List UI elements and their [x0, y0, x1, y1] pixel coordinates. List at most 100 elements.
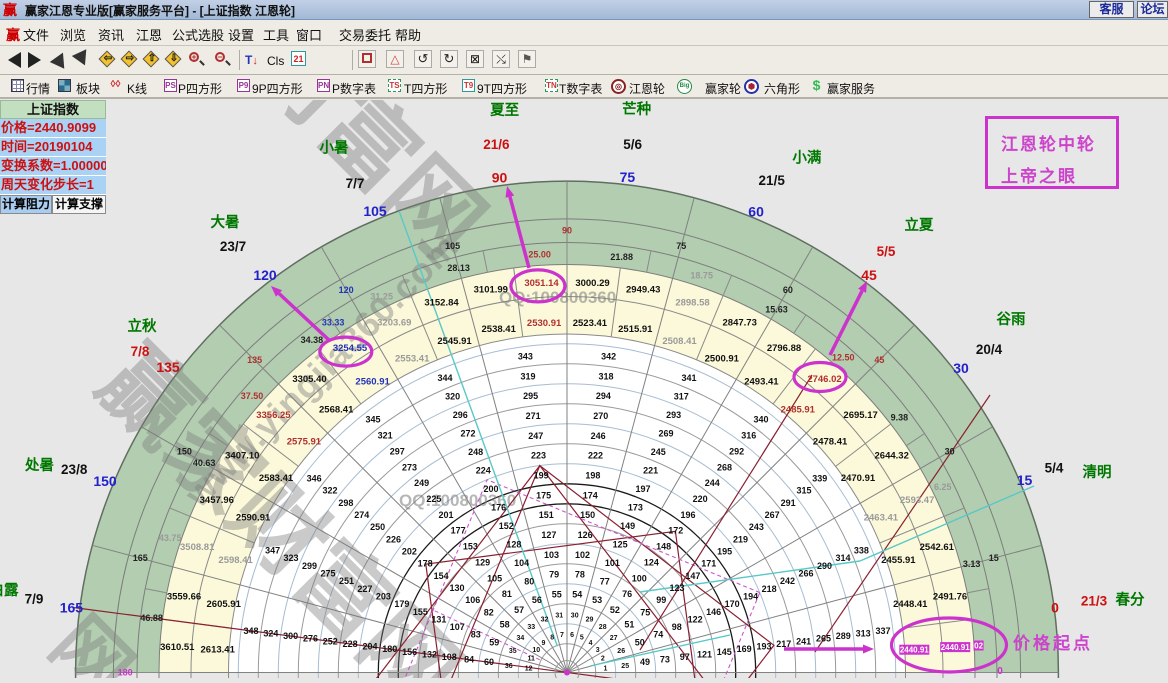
svg-text:342: 342	[601, 352, 616, 362]
svg-text:77: 77	[600, 576, 610, 586]
svg-text:224: 224	[476, 465, 491, 475]
svg-text:98: 98	[672, 622, 682, 632]
svg-text:131: 131	[431, 614, 446, 624]
svg-text:244: 244	[705, 478, 720, 488]
svg-text:320: 320	[445, 392, 460, 402]
svg-text:127: 127	[541, 530, 556, 540]
svg-text:5: 5	[580, 635, 584, 642]
svg-text:179: 179	[394, 599, 409, 609]
svg-text:3.13: 3.13	[963, 559, 981, 569]
svg-text:165: 165	[60, 599, 84, 615]
svg-text:34: 34	[517, 635, 525, 642]
svg-text:2695.17: 2695.17	[843, 410, 877, 421]
svg-text:15: 15	[989, 553, 999, 563]
svg-text:107: 107	[450, 622, 465, 632]
svg-text:31: 31	[555, 612, 563, 619]
svg-text:197: 197	[635, 484, 650, 494]
svg-text:344: 344	[437, 373, 452, 383]
svg-text:173: 173	[628, 502, 643, 512]
svg-text:73: 73	[660, 655, 670, 665]
svg-text:221: 221	[643, 465, 658, 475]
svg-text:74: 74	[653, 630, 663, 640]
svg-text:153: 153	[463, 542, 478, 552]
svg-text:立秋: 立秋	[128, 317, 157, 335]
svg-text:32: 32	[541, 616, 549, 623]
svg-text:338: 338	[854, 546, 869, 556]
svg-text:165: 165	[133, 553, 148, 563]
svg-text:2898.58: 2898.58	[675, 298, 709, 309]
svg-text:130: 130	[449, 583, 464, 593]
svg-text:59: 59	[489, 637, 499, 647]
svg-text:273: 273	[402, 462, 417, 472]
svg-text:79: 79	[549, 570, 559, 580]
svg-text:20/4: 20/4	[976, 342, 1003, 357]
svg-text:2746.02: 2746.02	[807, 374, 841, 385]
svg-text:2560.91: 2560.91	[355, 377, 390, 388]
svg-text:芒种: 芒种	[622, 100, 651, 118]
svg-text:228: 228	[343, 639, 358, 649]
svg-text:154: 154	[434, 571, 449, 581]
svg-text:300: 300	[283, 631, 298, 641]
svg-text:267: 267	[765, 510, 780, 520]
svg-text:9.38: 9.38	[891, 412, 909, 422]
svg-text:103: 103	[544, 550, 559, 560]
svg-text:21/5: 21/5	[759, 173, 786, 188]
svg-text:2: 2	[601, 656, 605, 663]
svg-text:2508.41: 2508.41	[662, 336, 697, 347]
svg-text:337: 337	[875, 626, 890, 636]
svg-text:3305.40: 3305.40	[292, 374, 326, 385]
svg-text:2613.41: 2613.41	[201, 645, 236, 656]
svg-text:120: 120	[339, 285, 354, 295]
svg-text:大暑: 大暑	[211, 213, 240, 231]
svg-text:31.25: 31.25	[370, 292, 393, 302]
svg-text:11: 11	[527, 656, 535, 663]
svg-text:132: 132	[422, 649, 437, 659]
svg-text:45: 45	[861, 267, 877, 283]
svg-text:128: 128	[506, 539, 521, 549]
svg-text:274: 274	[354, 510, 369, 520]
svg-text:2523.41: 2523.41	[573, 318, 608, 329]
svg-text:346: 346	[307, 474, 322, 484]
svg-text:313: 313	[856, 629, 871, 639]
svg-text:5/6: 5/6	[623, 137, 642, 152]
svg-text:194: 194	[743, 592, 758, 602]
svg-text:2491.76: 2491.76	[933, 591, 967, 602]
svg-text:33.33: 33.33	[322, 318, 345, 328]
svg-text:18.75: 18.75	[690, 271, 713, 281]
svg-text:2644.32: 2644.32	[875, 451, 909, 462]
svg-text:323: 323	[283, 553, 298, 563]
svg-text:121: 121	[697, 649, 712, 659]
svg-text:196: 196	[680, 510, 695, 520]
svg-text:145: 145	[717, 647, 732, 657]
svg-text:10: 10	[532, 647, 540, 654]
svg-text:37.50: 37.50	[241, 391, 264, 401]
svg-text:345: 345	[365, 415, 380, 425]
svg-text:243: 243	[749, 522, 764, 532]
svg-text:101: 101	[605, 558, 620, 568]
svg-text:3508.81: 3508.81	[180, 542, 215, 553]
svg-text:275: 275	[320, 569, 335, 579]
svg-text:171: 171	[701, 559, 716, 569]
svg-text:343: 343	[518, 352, 533, 362]
svg-text:150: 150	[177, 447, 192, 457]
svg-text:75: 75	[640, 607, 650, 617]
svg-text:15.63: 15.63	[765, 305, 788, 315]
svg-text:3559.66: 3559.66	[167, 591, 201, 602]
svg-text:3610.51: 3610.51	[160, 642, 195, 653]
svg-text:289: 289	[836, 631, 851, 641]
svg-text:3407.10: 3407.10	[225, 451, 259, 462]
svg-text:2545.91: 2545.91	[437, 336, 472, 347]
svg-text:23/8: 23/8	[61, 462, 88, 477]
svg-text:15: 15	[1017, 472, 1033, 488]
svg-text:146: 146	[706, 607, 721, 617]
svg-text:126: 126	[578, 530, 593, 540]
svg-text:220: 220	[693, 494, 708, 504]
svg-text:175: 175	[536, 490, 551, 500]
svg-text:2568.41: 2568.41	[319, 404, 354, 415]
svg-text:265: 265	[816, 634, 831, 644]
svg-text:夏至: 夏至	[490, 102, 519, 119]
svg-text:30: 30	[571, 612, 579, 619]
svg-text:2493.41: 2493.41	[744, 377, 779, 388]
svg-text:小满: 小满	[792, 148, 821, 166]
svg-text:80: 80	[524, 576, 534, 586]
